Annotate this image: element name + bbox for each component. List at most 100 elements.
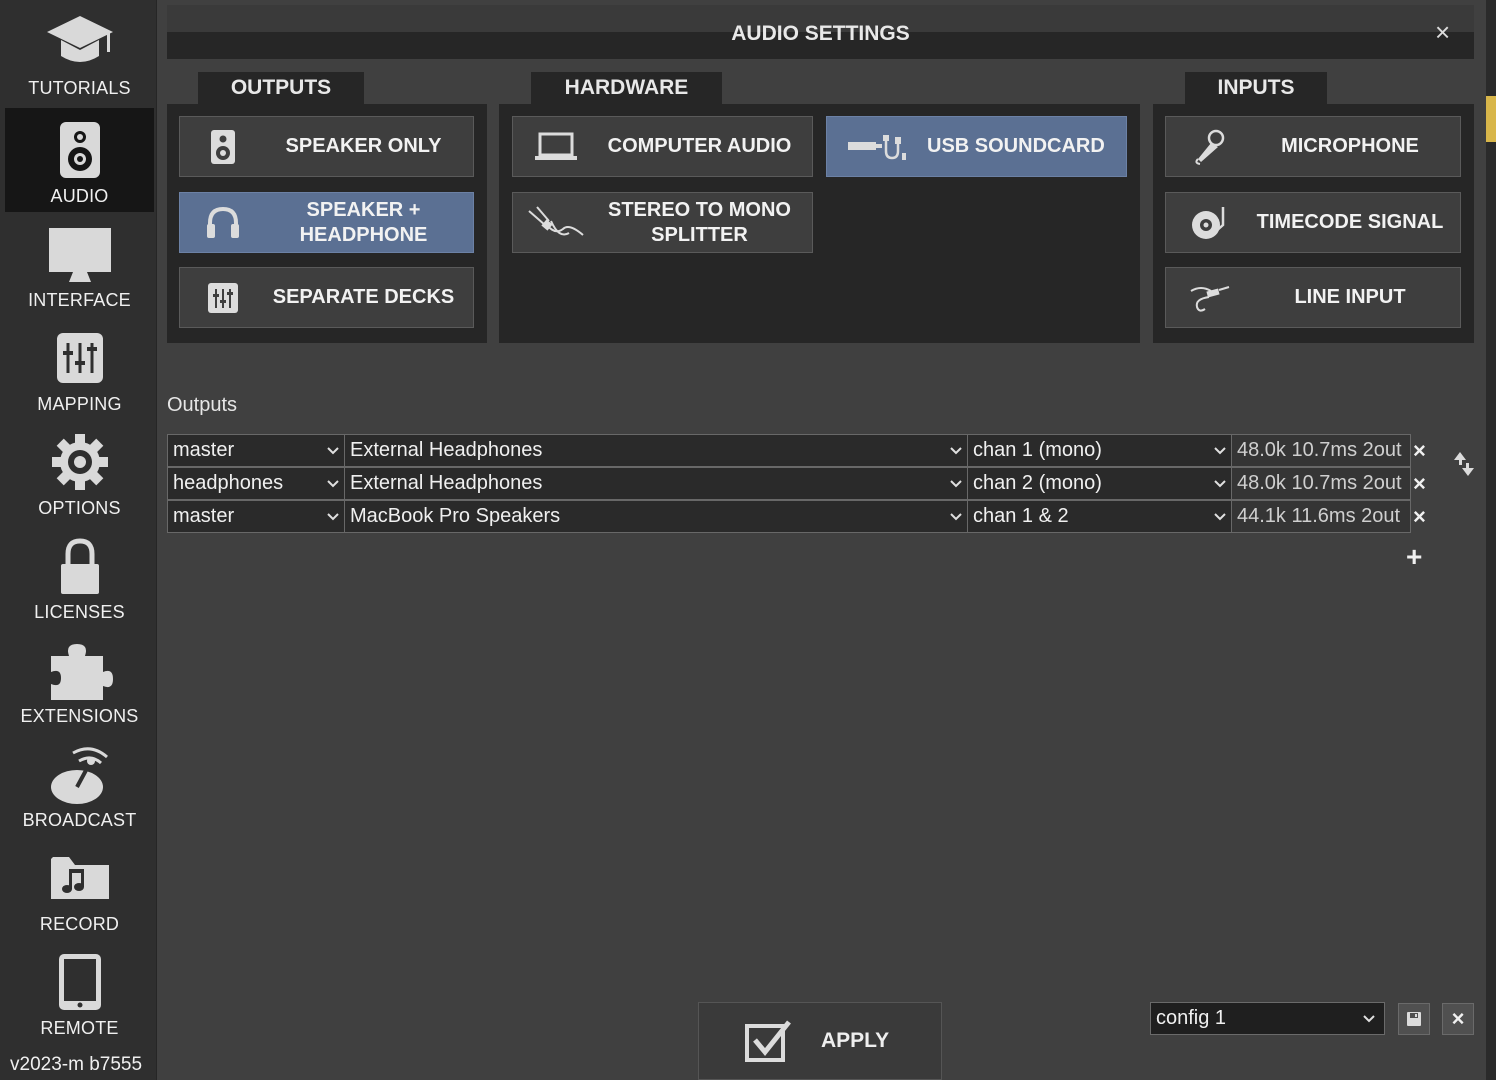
puzzle-icon xyxy=(40,638,120,702)
button-label: SEPARATE DECKS xyxy=(272,286,455,308)
chevron-down-icon xyxy=(1209,479,1231,488)
tab-outputs: OUTPUTS xyxy=(198,72,364,104)
dialog-title: AUDIO SETTINGS xyxy=(731,22,910,45)
apply-label: APPLY xyxy=(821,1029,890,1052)
timecode-signal-button[interactable]: TIMECODE SIGNAL xyxy=(1165,192,1461,253)
chevron-down-icon xyxy=(322,512,344,521)
sidebar-item-licenses[interactable]: LICENSES xyxy=(5,524,154,628)
hardware-panel: COMPUTER AUDIO USB SOUNDCARD STEREO TO M… xyxy=(499,104,1140,343)
button-label: LINE INPUT xyxy=(1294,286,1406,308)
sidebar-item-label: OPTIONS xyxy=(38,498,121,518)
channel-select[interactable]: chan 1 (mono) xyxy=(967,434,1232,467)
dialog-titlebar: AUDIO SETTINGS × xyxy=(167,5,1474,59)
speaker-icon xyxy=(40,118,120,182)
usb-soundcard-button[interactable]: USB SOUNDCARD xyxy=(826,116,1127,177)
apply-button[interactable]: APPLY xyxy=(698,1002,942,1080)
stereo-to-mono-splitter-button[interactable]: STEREO TO MONO SPLITTER xyxy=(512,192,813,253)
sidebar-item-label: LICENSES xyxy=(34,602,125,622)
chevron-down-icon xyxy=(945,479,967,488)
headphones-icon xyxy=(180,206,266,240)
chevron-down-icon xyxy=(1209,446,1231,455)
speaker-only-button[interactable]: SPEAKER ONLY xyxy=(179,116,474,177)
button-label: SPEAKER ONLY xyxy=(285,135,442,157)
background-accent xyxy=(1486,96,1496,142)
speaker-headphone-button[interactable]: SPEAKER + HEADPHONE xyxy=(179,192,474,253)
select-value: chan 1 (mono) xyxy=(973,439,1102,461)
mixer-icon xyxy=(180,282,266,314)
sidebar-item-interface[interactable]: INTERFACE xyxy=(5,212,154,316)
channel-select[interactable]: chan 1 & 2 xyxy=(967,500,1232,533)
monitor-icon xyxy=(40,222,120,286)
button-label: MICROPHONE xyxy=(1281,135,1419,157)
sidebar-item-options[interactable]: OPTIONS xyxy=(5,420,154,524)
separate-decks-button[interactable]: SEPARATE DECKS xyxy=(179,267,474,328)
splitter-cable-icon xyxy=(513,205,599,241)
device-select[interactable]: External Headphones xyxy=(344,434,968,467)
sidebar-item-label: RECORD xyxy=(39,914,120,934)
microphone-icon xyxy=(1166,129,1252,165)
remove-row-button[interactable]: × xyxy=(1413,471,1426,497)
sidebar-item-mapping[interactable]: MAPPING xyxy=(5,316,154,420)
gear-icon xyxy=(40,430,120,494)
computer-audio-button[interactable]: COMPUTER AUDIO xyxy=(512,116,813,177)
microphone-button[interactable]: MICROPHONE xyxy=(1165,116,1461,177)
chevron-down-icon xyxy=(1354,1014,1384,1023)
config-select[interactable]: config 1 xyxy=(1150,1002,1385,1035)
sidebar-item-audio[interactable]: AUDIO xyxy=(5,108,154,212)
device-info: 44.1k 11.6ms 2out xyxy=(1231,500,1411,533)
tab-hardware: HARDWARE xyxy=(531,72,722,104)
device-select[interactable]: MacBook Pro Speakers xyxy=(344,500,968,533)
version-label: v2023-m b7555 xyxy=(10,1054,143,1075)
chevron-down-icon xyxy=(322,479,344,488)
outputs-panel: SPEAKER ONLY SPEAKER + HEADPHONE SEPARAT… xyxy=(167,104,487,343)
info-text: 44.1k 11.6ms 2out xyxy=(1237,505,1401,527)
graduation-cap-icon xyxy=(40,10,120,74)
sidebar-item-label: BROADCAST xyxy=(22,810,137,830)
floppy-disk-icon xyxy=(1406,1011,1422,1027)
select-value: External Headphones xyxy=(350,472,543,494)
select-value: External Headphones xyxy=(350,439,543,461)
output-select[interactable]: headphones xyxy=(167,467,345,500)
delete-config-button[interactable]: × xyxy=(1442,1003,1474,1035)
select-value: master xyxy=(173,439,235,461)
info-text: 48.0k 10.7ms 2out xyxy=(1237,439,1402,461)
remove-row-button[interactable]: × xyxy=(1413,504,1426,530)
lock-icon xyxy=(40,534,120,598)
button-label: USB SOUNDCARD xyxy=(927,135,1105,157)
device-info: 48.0k 10.7ms 2out xyxy=(1231,467,1411,500)
chevron-down-icon xyxy=(945,512,967,521)
close-button[interactable]: × xyxy=(1435,19,1450,45)
tablet-icon xyxy=(40,950,120,1014)
output-select[interactable]: master xyxy=(167,434,345,467)
info-text: 48.0k 10.7ms 2out xyxy=(1237,472,1402,494)
sidebar-item-label: INTERFACE xyxy=(28,290,131,310)
save-config-button[interactable] xyxy=(1398,1003,1430,1035)
satellite-dish-icon xyxy=(40,742,120,806)
background-window-edge xyxy=(1486,0,1496,1080)
checkbox-check-icon xyxy=(745,1020,793,1062)
sidebar-item-extensions[interactable]: EXTENSIONS xyxy=(5,628,154,732)
sidebar: TUTORIALS AUDIO INTERFACE MAPPING OPTION… xyxy=(0,0,157,1080)
add-output-button[interactable]: + xyxy=(1406,541,1422,573)
sidebar-item-broadcast[interactable]: BROADCAST xyxy=(5,732,154,836)
sidebar-item-remote[interactable]: REMOTE xyxy=(5,940,154,1044)
reorder-arrows-icon[interactable] xyxy=(1453,450,1475,483)
remove-row-button[interactable]: × xyxy=(1413,438,1426,464)
select-value: chan 2 (mono) xyxy=(973,472,1102,494)
channel-select[interactable]: chan 2 (mono) xyxy=(967,467,1232,500)
laptop-icon xyxy=(513,132,599,162)
inputs-panel: MICROPHONE TIMECODE SIGNAL LINE INPUT xyxy=(1153,104,1474,343)
tab-inputs: INPUTS xyxy=(1185,72,1327,104)
output-select[interactable]: master xyxy=(167,500,345,533)
turntable-icon xyxy=(1166,205,1252,241)
select-value: headphones xyxy=(173,472,284,494)
sidebar-item-tutorials[interactable]: TUTORIALS xyxy=(5,0,154,104)
select-value: chan 1 & 2 xyxy=(973,505,1069,527)
chevron-down-icon xyxy=(322,446,344,455)
select-value: master xyxy=(173,505,235,527)
line-input-button[interactable]: LINE INPUT xyxy=(1165,267,1461,328)
speaker-icon xyxy=(180,129,266,165)
sidebar-item-record[interactable]: RECORD xyxy=(5,836,154,940)
device-select[interactable]: External Headphones xyxy=(344,467,968,500)
button-label: STEREO TO MONO SPLITTER xyxy=(608,198,791,246)
